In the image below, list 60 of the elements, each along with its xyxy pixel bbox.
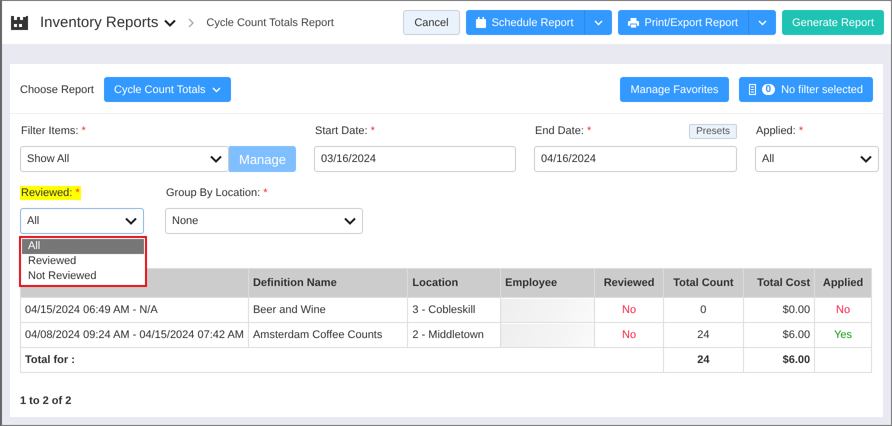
- column-header: Definition Name: [248, 268, 408, 298]
- chevron-down-icon: [758, 20, 768, 26]
- column-header: Employee: [500, 268, 595, 298]
- table-cell: Yes: [814, 322, 872, 348]
- dropdown-toggle[interactable]: [584, 10, 612, 35]
- chevron-right-icon: [188, 18, 194, 28]
- select-field[interactable]: All: [20, 208, 144, 234]
- select-field[interactable]: None: [165, 208, 363, 234]
- table-cell: No: [594, 322, 664, 348]
- date-field[interactable]: 03/16/2024: [314, 146, 516, 172]
- warehouse-icon: [11, 16, 28, 30]
- column-header: Total Count: [663, 268, 744, 298]
- total-label: Total for :: [20, 348, 664, 372]
- field-label: End Date: *: [534, 124, 592, 138]
- select-field[interactable]: All: [754, 146, 879, 172]
- table-cell: $6.00: [743, 348, 815, 372]
- table-cell: No: [814, 298, 872, 322]
- column-header: Total Cost: [743, 268, 815, 298]
- column-header: Applied: [814, 268, 872, 298]
- table-cell: $6.00: [743, 322, 815, 348]
- filter-count-badge: 0: [762, 84, 776, 95]
- list-icon: [748, 84, 756, 95]
- table-cell: No: [594, 298, 664, 322]
- field-label: Reviewed: *: [20, 186, 81, 200]
- chevron-down-icon: [594, 20, 603, 26]
- dropdown-option[interactable]: Reviewed: [22, 254, 144, 269]
- field-label: Applied: *: [754, 124, 804, 138]
- cancel-button[interactable]: Cancel: [403, 10, 460, 35]
- table-cell: $0.00: [743, 298, 815, 322]
- chevron-down-icon: [164, 18, 176, 26]
- presets-button[interactable]: Presets: [689, 124, 737, 138]
- field-label: Start Date: *: [314, 124, 376, 138]
- calendar-icon: [476, 17, 486, 28]
- date-field[interactable]: 04/16/2024: [534, 146, 737, 172]
- chevron-down-icon: [210, 155, 222, 163]
- printer-icon: [628, 18, 639, 28]
- select-field[interactable]: Show All: [20, 146, 229, 172]
- dropdown-option[interactable]: All: [22, 239, 144, 254]
- dropdown-toggle[interactable]: [748, 10, 776, 35]
- column-header: Location: [408, 268, 501, 298]
- page-title: Inventory Reports: [40, 14, 158, 31]
- field-label: Group By Location: *: [165, 186, 269, 200]
- table-cell: 2 - Middletown: [408, 322, 501, 348]
- column-header: Reviewed: [594, 268, 664, 298]
- choose-report-label: Choose Report: [20, 84, 94, 96]
- breadcrumb: Cycle Count Totals Report: [206, 16, 334, 28]
- pagination-info: 1 to 2 of 2: [20, 395, 72, 407]
- table-cell: 0: [663, 298, 744, 322]
- table-cell: Amsterdam Coffee Counts: [248, 322, 408, 348]
- table-cell: 04/15/2024 06:49 AM - N/A: [20, 298, 248, 322]
- table-cell: 24: [663, 348, 744, 372]
- table-cell: 24: [663, 322, 744, 348]
- table-cell: 3 - Cobleskill: [408, 298, 501, 322]
- table-cell: 04/08/2024 09:24 AM - 04/15/2024 07:42 AM: [20, 322, 248, 348]
- chevron-down-icon: [344, 217, 356, 225]
- chevron-down-icon: [860, 155, 872, 163]
- table-cell: Beer and Wine: [248, 298, 408, 322]
- chevron-down-icon: [125, 217, 137, 225]
- chevron-down-icon: [212, 86, 221, 92]
- field-label: Filter Items: *: [20, 124, 87, 138]
